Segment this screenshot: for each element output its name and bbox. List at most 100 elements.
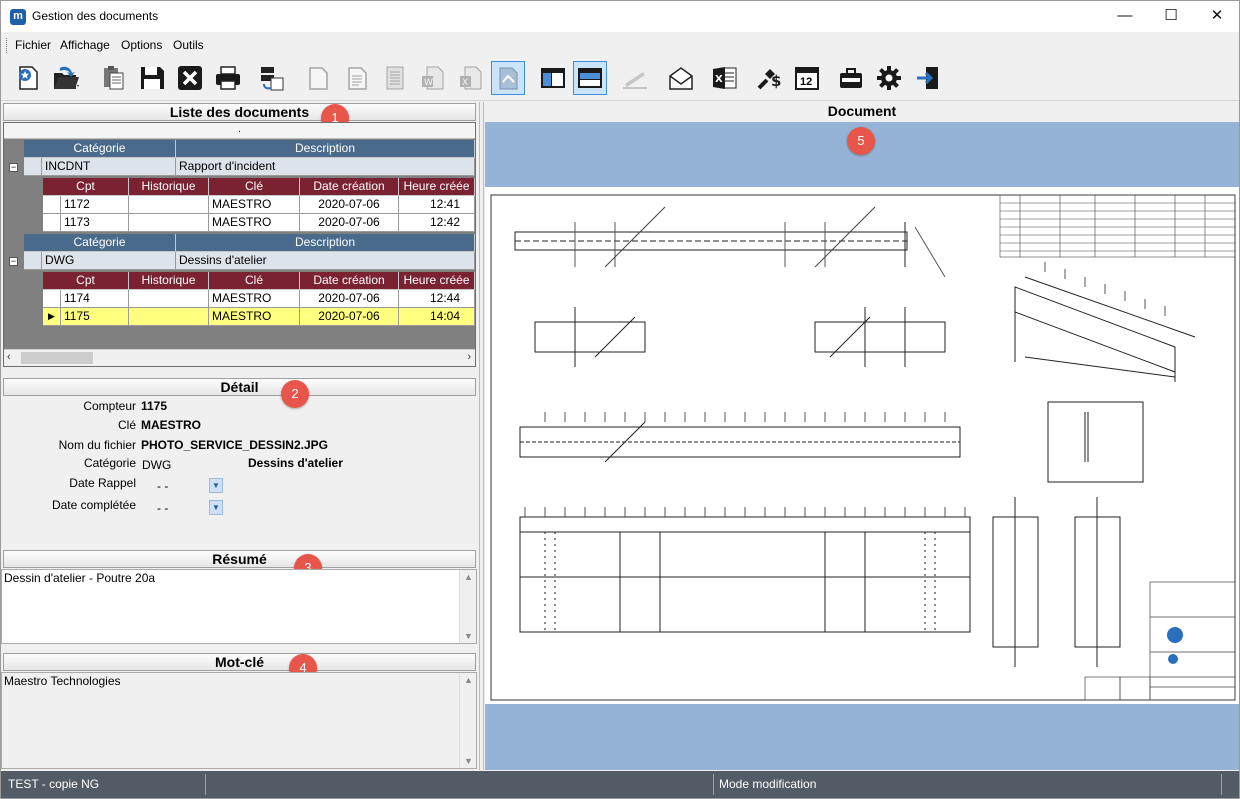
scroll-left-icon[interactable]: ‹ — [7, 351, 11, 363]
column-header-historique[interactable]: Historique — [129, 272, 209, 290]
collapse-toggle-icon[interactable]: − — [9, 257, 18, 266]
table-cell-date[interactable]: 2020-07-06 — [300, 214, 399, 232]
column-header-cpt[interactable]: Cpt — [43, 178, 129, 196]
group-category-cell[interactable]: DWG — [42, 252, 176, 270]
status-mode: Mode modification — [713, 774, 1219, 795]
row-selector-current-icon[interactable]: ▶ — [43, 308, 61, 326]
email-button[interactable] — [664, 61, 698, 95]
layout-view-alt-button[interactable] — [573, 61, 607, 95]
table-cell-cpt-selected[interactable]: 1175 — [61, 308, 129, 326]
resume-textarea[interactable]: Dessin d'atelier - Poutre 20a ▲ ▼ — [1, 569, 477, 644]
date-completee-dropdown-icon[interactable]: ▼ — [209, 500, 223, 515]
date-rappel-dropdown-icon[interactable]: ▼ — [209, 478, 223, 493]
table-cell-heure[interactable]: 12:42 — [399, 214, 475, 232]
table-cell-date-selected[interactable]: 2020-07-06 — [300, 308, 399, 326]
cle-label: Clé — [117, 418, 136, 432]
blank-page-button[interactable] — [301, 61, 335, 95]
briefcase-button[interactable] — [834, 61, 868, 95]
scroll-up-icon[interactable]: ▲ — [464, 675, 473, 685]
pen-button[interactable] — [618, 61, 652, 95]
table-cell-historique[interactable] — [129, 196, 209, 214]
fichier-value: PHOTO_SERVICE_DESSIN2.JPG — [141, 438, 328, 452]
table-cell-historique[interactable] — [129, 214, 209, 232]
row-selector[interactable] — [43, 196, 61, 214]
table-cell-cle[interactable]: MAESTRO — [209, 214, 300, 232]
layout-view-button[interactable] — [536, 61, 570, 95]
new-document-icon — [19, 66, 38, 90]
column-header-cle[interactable]: Clé — [209, 272, 300, 290]
table-cell-date[interactable]: 2020-07-06 — [300, 196, 399, 214]
table-cell-cpt[interactable]: 1172 — [61, 196, 129, 214]
column-header-cpt[interactable]: Cpt — [43, 272, 129, 290]
scroll-right-icon[interactable]: › — [467, 351, 471, 363]
excel-export-button[interactable]: X — [708, 61, 742, 95]
menu-affichage[interactable]: Affichage — [60, 38, 110, 52]
table-cell-heure[interactable]: 12:44 — [399, 290, 475, 308]
close-button[interactable]: ✕ — [1194, 1, 1240, 32]
scroll-down-icon[interactable]: ▼ — [464, 631, 473, 641]
column-header-heure-creee[interactable]: Heure créée — [399, 178, 475, 196]
panel-splitter[interactable] — [479, 102, 484, 770]
menu-fichier[interactable]: Fichier — [15, 38, 51, 52]
table-cell-heure[interactable]: 12:41 — [399, 196, 475, 214]
open-button[interactable] — [49, 61, 83, 95]
table-cell-cpt[interactable]: 1173 — [61, 214, 129, 232]
print-icon — [216, 66, 240, 90]
motcle-scrollbar[interactable]: ▲ ▼ — [459, 673, 476, 768]
table-cell-cpt[interactable]: 1174 — [61, 290, 129, 308]
resize-grip[interactable] — [1221, 774, 1237, 795]
date-completee-field[interactable]: - - — [157, 501, 168, 515]
table-cell-cle[interactable]: MAESTRO — [209, 290, 300, 308]
table-cell-historique[interactable] — [129, 290, 209, 308]
cancel-button[interactable] — [173, 61, 207, 95]
group-description-cell[interactable]: Rapport d'incident — [176, 158, 475, 176]
settings-button[interactable] — [872, 61, 906, 95]
word-doc-button[interactable]: W — [416, 61, 450, 95]
lined-page-button[interactable] — [378, 61, 412, 95]
column-header-date-creation[interactable]: Date création — [300, 272, 399, 290]
document-list-grid[interactable]: . Catégorie Description − INCDNT Rapport… — [3, 122, 476, 367]
scrollbar-thumb[interactable] — [21, 352, 93, 364]
calendar-button[interactable]: 12 — [790, 61, 824, 95]
document-viewer[interactable]: 5 — [485, 122, 1239, 770]
new-document-button[interactable] — [11, 61, 45, 95]
table-cell-date[interactable]: 2020-07-06 — [300, 290, 399, 308]
application-window: m Gestion des documents — ☐ ✕ Fichier Af… — [0, 0, 1240, 799]
save-button[interactable] — [135, 61, 169, 95]
scan-button[interactable] — [255, 61, 289, 95]
price-button[interactable]: $ — [753, 61, 787, 95]
image-tool-button[interactable] — [491, 61, 525, 95]
row-selector[interactable] — [24, 252, 42, 270]
exit-button[interactable] — [911, 61, 945, 95]
excel-doc-button[interactable]: X — [454, 61, 488, 95]
row-selector[interactable] — [24, 158, 42, 176]
table-cell-historique-selected[interactable] — [129, 308, 209, 326]
resume-scrollbar[interactable]: ▲ ▼ — [459, 570, 476, 643]
scroll-up-icon[interactable]: ▲ — [464, 572, 473, 582]
scroll-down-icon[interactable]: ▼ — [464, 756, 473, 766]
text-page-button[interactable] — [340, 61, 374, 95]
paste-button[interactable] — [96, 61, 130, 95]
column-header-heure-creee[interactable]: Heure créée — [399, 272, 475, 290]
minimize-button[interactable]: — — [1102, 1, 1148, 32]
date-rappel-field[interactable]: - - — [157, 479, 168, 493]
column-header-historique[interactable]: Historique — [129, 178, 209, 196]
row-selector[interactable] — [43, 290, 61, 308]
table-cell-cle[interactable]: MAESTRO — [209, 196, 300, 214]
horizontal-scrollbar[interactable]: ‹ › — [4, 349, 475, 366]
collapse-toggle-icon[interactable]: − — [9, 163, 18, 172]
row-selector[interactable] — [43, 214, 61, 232]
print-button[interactable] — [211, 61, 245, 95]
list-panel-header: Liste des documents — [3, 103, 476, 121]
group-header-description: Description — [176, 234, 475, 252]
menu-options[interactable]: Options — [121, 38, 162, 52]
column-header-cle[interactable]: Clé — [209, 178, 300, 196]
group-category-cell[interactable]: INCDNT — [42, 158, 176, 176]
motcle-textarea[interactable]: Maestro Technologies ▲ ▼ — [1, 672, 477, 769]
table-cell-cle-selected[interactable]: MAESTRO — [209, 308, 300, 326]
maximize-button[interactable]: ☐ — [1148, 1, 1194, 32]
group-description-cell[interactable]: Dessins d'atelier — [176, 252, 475, 270]
menu-outils[interactable]: Outils — [173, 38, 204, 52]
table-cell-heure-selected[interactable]: 14:04 — [399, 308, 475, 326]
column-header-date-creation[interactable]: Date création — [300, 178, 399, 196]
